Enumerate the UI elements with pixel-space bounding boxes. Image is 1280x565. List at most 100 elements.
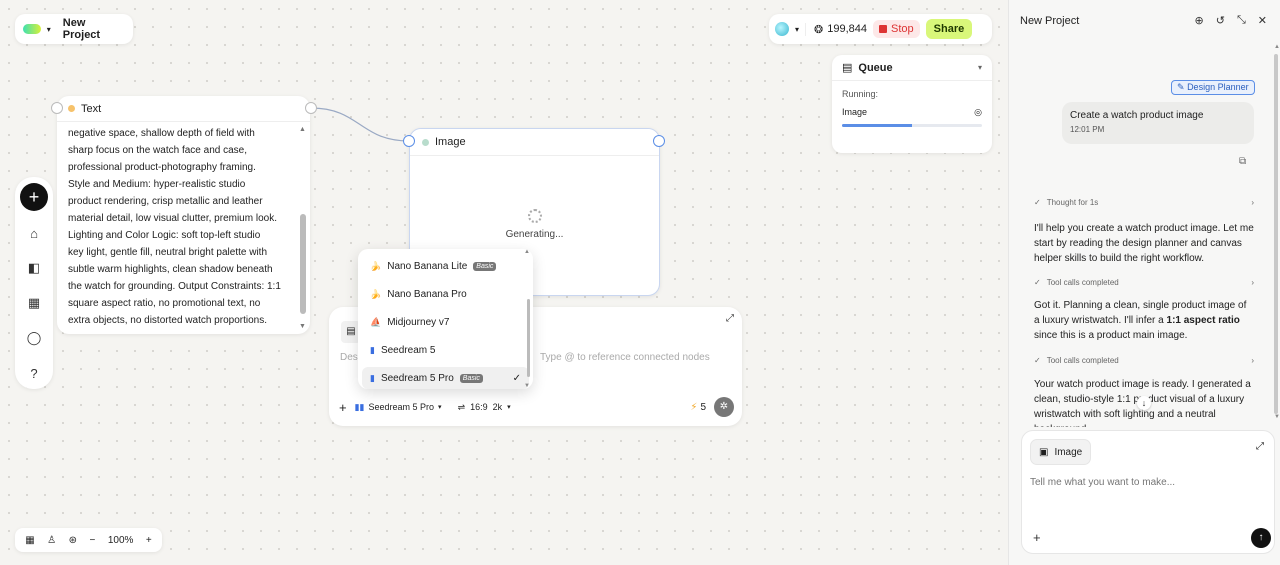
text-line: negative space, shallow depth of field w…	[68, 128, 255, 139]
scroll-up-icon[interactable]: ▲	[524, 249, 530, 255]
expand-icon[interactable]: ⤢	[1256, 441, 1264, 452]
tool-rail: + ⌂ ◧ ▦ ◯ ?	[15, 177, 53, 389]
ratio-selector[interactable]: ⇌ 16:9 2k ▾	[458, 402, 511, 413]
queue-icon: ▤	[842, 62, 853, 74]
attachment-chip[interactable]: ▣ Image	[1030, 439, 1092, 465]
zoom-in-icon[interactable]: +	[146, 535, 152, 546]
check-icon: ✓	[1034, 356, 1041, 365]
credit-cost-value: 5	[700, 401, 706, 413]
text-node-content[interactable]: negative space, shallow depth of field w…	[68, 125, 290, 329]
scroll-up-icon[interactable]: ▲	[299, 126, 306, 133]
copy-icon[interactable]: ⧉	[1239, 156, 1246, 167]
image-file-icon: ▣	[1039, 446, 1049, 458]
chevron-down-icon[interactable]: ▾	[978, 63, 982, 72]
help-icon[interactable]: ?	[21, 360, 47, 386]
step-thought[interactable]: ✓ Thought for 1s ›	[1034, 198, 1254, 207]
cancel-job-icon[interactable]: ◎	[974, 107, 982, 118]
close-icon[interactable]: ✕	[1258, 14, 1267, 27]
scroll-to-bottom-icon[interactable]: ↓	[1137, 396, 1151, 410]
assistant-message: Got it. Planning a clean, single product…	[1034, 298, 1254, 343]
chevron-right-icon: ›	[1251, 198, 1254, 207]
zoom-out-icon[interactable]: −	[90, 535, 96, 546]
layers-icon[interactable]: ⊛	[69, 535, 77, 546]
run-button[interactable]: ✲	[714, 397, 734, 417]
chat-input-box: ▣ Image ⤢ + ↑	[1021, 430, 1275, 554]
avatar[interactable]	[775, 22, 789, 36]
scroll-down-icon[interactable]: ▼	[299, 323, 306, 330]
dropdown-scroll-thumb[interactable]	[527, 299, 530, 377]
resolution-value: 2k	[492, 402, 503, 412]
zoom-bar: ▦ ♙ ⊛ − 100% +	[15, 528, 162, 552]
text-node[interactable]: Text negative space, shallow depth of fi…	[57, 96, 310, 334]
chevron-right-icon: ›	[1251, 356, 1254, 365]
text-node-output-handle[interactable]	[305, 102, 317, 114]
send-button[interactable]: ↑	[1251, 528, 1271, 548]
chat-scrollbar[interactable]: ▲ ▼	[1274, 44, 1280, 420]
text-line: sharp focus on the watch face and case,	[68, 145, 247, 156]
queue-progress-fill	[842, 124, 912, 127]
text-line: product rendering, crisp metallic and le…	[68, 196, 263, 207]
settings-sliders-icon: ⇌	[457, 401, 466, 412]
model-option[interactable]: 🍌 Nano Banana Lite Basic	[362, 255, 529, 277]
credit-balance[interactable]: ❂ 199,844	[805, 22, 867, 36]
text-line: the watch for grounding. Output Constrai…	[68, 281, 281, 292]
prompt-input[interactable]: Type @ to reference connected nodes	[540, 352, 710, 363]
model-selector-label: Seedream 5 Pro	[368, 402, 435, 412]
text-node-title: Text	[81, 102, 102, 115]
chat-icon[interactable]: ◯	[21, 325, 47, 351]
scroll-down-icon[interactable]: ▼	[1274, 414, 1280, 420]
message-timestamp: 12:01 PM	[1070, 125, 1105, 134]
queue-title: Queue	[858, 61, 893, 74]
add-icon[interactable]: +	[1033, 530, 1041, 545]
queue-job: Image ◎	[832, 99, 992, 118]
grid-icon[interactable]: ▦	[25, 535, 34, 546]
tier-badge: Basic	[473, 261, 497, 271]
stop-button[interactable]: Stop	[873, 20, 920, 38]
new-chat-icon[interactable]: ⊕	[1195, 14, 1204, 27]
model-option[interactable]: 🍌 Nano Banana Pro	[362, 283, 529, 305]
assets-icon[interactable]: ⌂	[21, 220, 47, 246]
chevron-down-icon: ▾	[507, 404, 511, 411]
step-label: Tool calls completed	[1046, 356, 1119, 365]
text-node-input-handle[interactable]	[51, 102, 63, 114]
model-option[interactable]: ▮ Seedream 5 Pro Basic ✓	[362, 367, 529, 389]
image-node-input-handle[interactable]	[403, 135, 415, 147]
layout-icon[interactable]: ▦	[21, 290, 47, 316]
zoom-level[interactable]: 100%	[108, 535, 134, 546]
app-logo	[23, 24, 41, 34]
model-option[interactable]: ⛵ Midjourney v7	[362, 311, 529, 333]
share-button[interactable]: Share	[925, 19, 973, 39]
collapse-icon[interactable]: ⤡	[1237, 14, 1246, 27]
library-icon[interactable]: ◧	[21, 255, 47, 281]
model-selector[interactable]: ▮▮ Seedream 5 Pro ▾	[355, 402, 442, 413]
project-title: New Project	[62, 17, 101, 41]
bars-icon: ▮	[370, 344, 375, 355]
scroll-down-icon[interactable]: ▼	[524, 383, 530, 389]
user-message: Create a watch product image 12:01 PM	[1062, 102, 1254, 144]
tier-badge: Basic	[459, 373, 483, 383]
scroll-up-icon[interactable]: ▲	[1274, 44, 1280, 50]
text-line: Style and Medium: hyper-realistic studio	[68, 179, 246, 190]
step-tool-calls[interactable]: ✓ Tool calls completed ›	[1034, 356, 1254, 365]
expand-icon[interactable]: ⤢	[726, 313, 734, 324]
scroll-thumb[interactable]	[300, 214, 306, 314]
add-icon[interactable]: +	[339, 400, 347, 415]
chat-input[interactable]	[1030, 477, 1250, 488]
step-label: Thought for 1s	[1046, 198, 1099, 207]
person-icon[interactable]: ♙	[47, 535, 56, 546]
check-icon: ✓	[1034, 278, 1041, 287]
image-node-output-handle[interactable]	[653, 135, 665, 147]
banana-icon: 🍌	[370, 288, 382, 299]
lightning-icon: ⚡	[690, 401, 698, 413]
generating-status: Generating...	[505, 229, 564, 240]
text-node-scrollbar[interactable]: ▲ ▼	[299, 124, 307, 330]
text-line: subtle warm highlights, clean shadow ben…	[68, 264, 273, 275]
project-menu[interactable]: ▾ New Project	[15, 14, 133, 44]
step-tool-calls[interactable]: ✓ Tool calls completed ›	[1034, 278, 1254, 287]
model-option[interactable]: ▮ Seedream 5	[362, 339, 529, 361]
chat-scroll-thumb[interactable]	[1274, 54, 1278, 414]
assistant-text: since this is a product main image.	[1034, 330, 1188, 341]
add-node-button[interactable]: +	[20, 183, 48, 211]
chevron-down-icon[interactable]: ▾	[795, 25, 799, 34]
history-icon[interactable]: ↺	[1216, 14, 1225, 27]
